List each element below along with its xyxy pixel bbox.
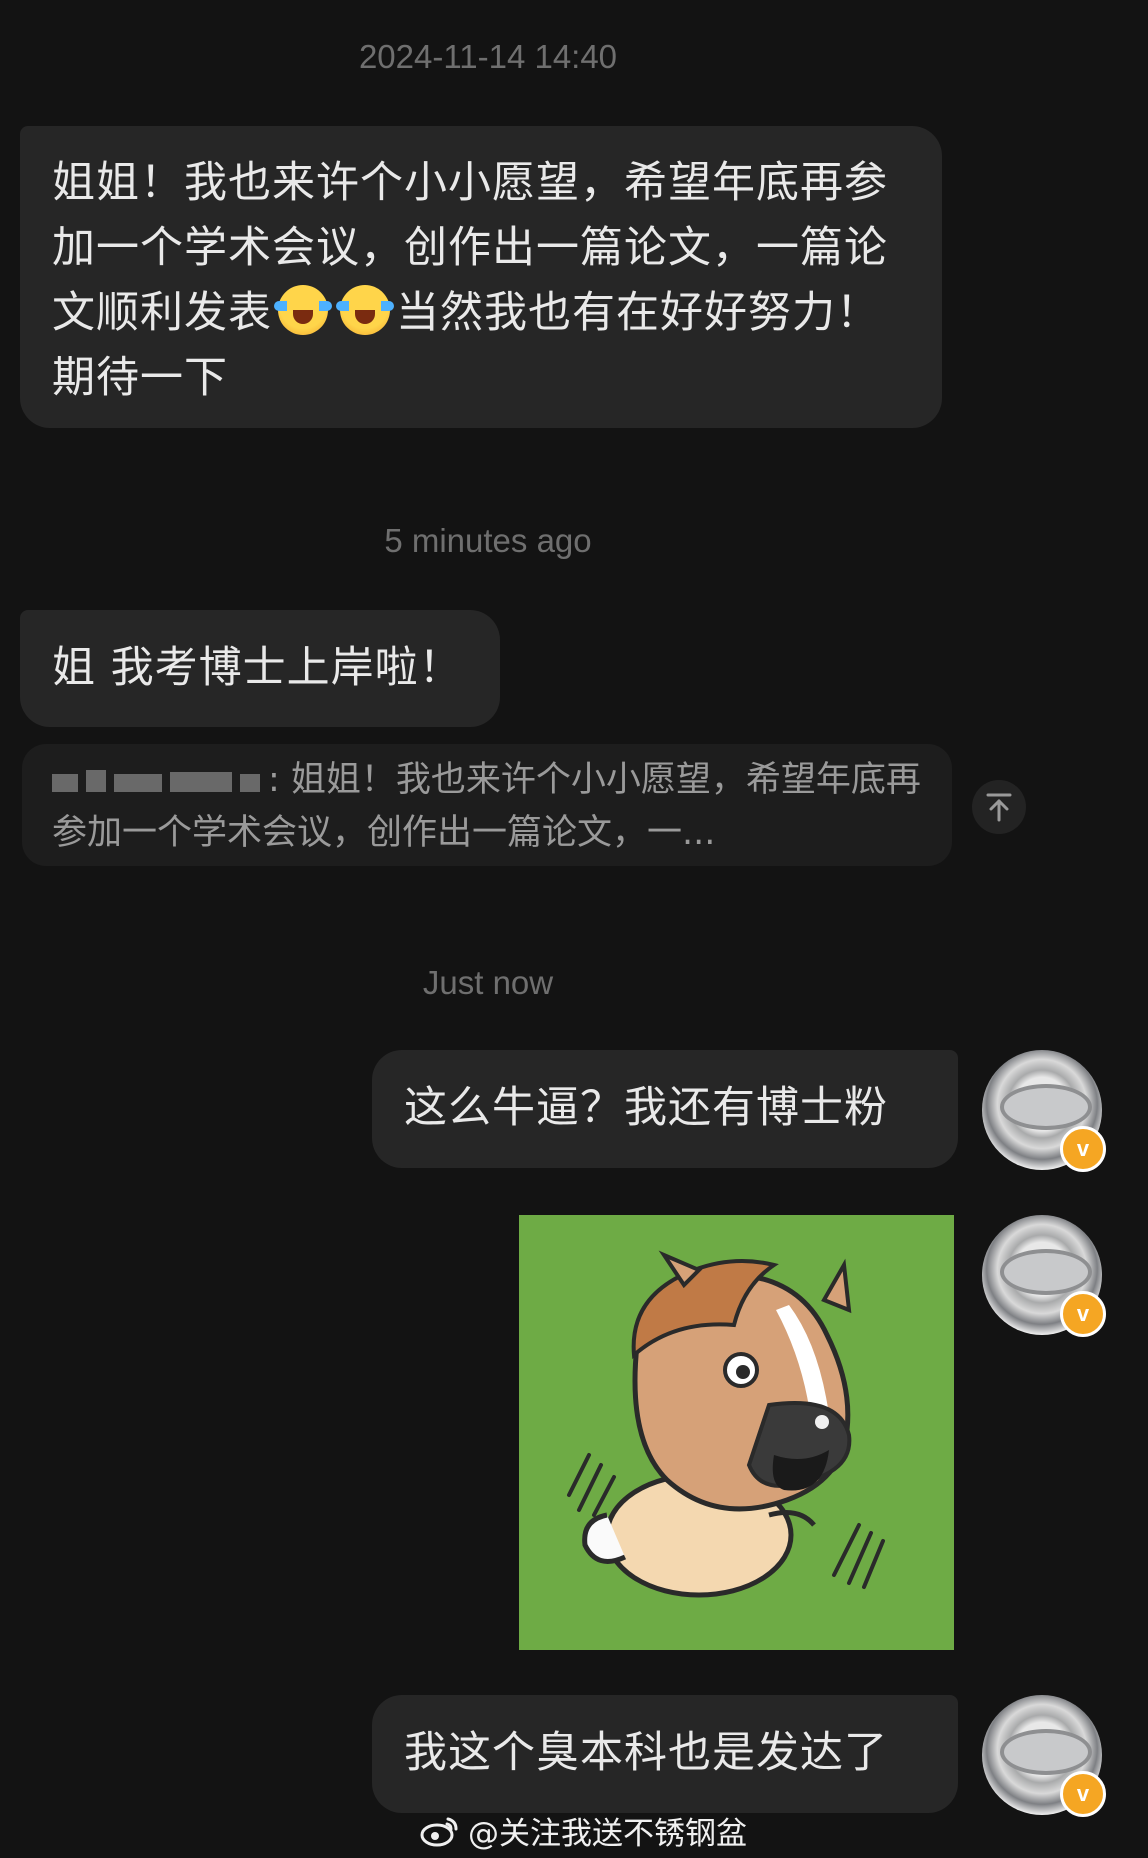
scroll-to-top-button[interactable] (972, 780, 1026, 834)
verified-badge-icon: v (1060, 1771, 1106, 1817)
verified-badge-icon: v (1060, 1291, 1106, 1337)
weibo-watermark: @关注我送不锈钢盆 (420, 1808, 747, 1853)
weibo-logo-icon (420, 1817, 458, 1846)
incoming-message-phd[interactable]: 姐 我考博士上岸啦！ (20, 610, 500, 727)
timestamp-3: Just now (422, 964, 554, 1001)
arrow-up-to-top-icon (986, 793, 1012, 822)
message-text: 姐 我考博士上岸啦！ (52, 643, 463, 693)
horse-head-sticker-image[interactable] (519, 1215, 954, 1650)
message-text: 这么牛逼？我还有博士粉 (404, 1083, 888, 1133)
user-avatar[interactable]: v (982, 1215, 1106, 1337)
watermark-text: @关注我送不锈钢盆 (468, 1816, 747, 1852)
user-avatar[interactable]: v (982, 1050, 1106, 1172)
laughing-crying-emoji-icon (274, 285, 332, 335)
message-text: 我这个臭本科也是发达了 (404, 1728, 888, 1778)
outgoing-message-3[interactable]: 我这个臭本科也是发达了 (372, 1695, 958, 1813)
laughing-crying-emoji-icon (336, 285, 394, 335)
verified-badge-icon: v (1060, 1126, 1106, 1172)
incoming-message-wish[interactable]: 姐姐！我也来许个小小愿望，希望年底再参加一个学术会议，创作出一篇论文，一篇论文顺… (20, 126, 942, 428)
blurred-username (52, 755, 268, 807)
outgoing-message-1[interactable]: 这么牛逼？我还有博士粉 (372, 1050, 958, 1168)
quoted-message[interactable]: : 姐姐！我也来许个小小愿望，希望年底再参加一个学术会议，创作出一篇论文，一..… (22, 744, 952, 866)
timestamp-2: 5 minutes ago (384, 522, 592, 559)
timestamp-1: 2024-11-14 14:40 (358, 38, 618, 75)
user-avatar[interactable]: v (982, 1695, 1106, 1817)
